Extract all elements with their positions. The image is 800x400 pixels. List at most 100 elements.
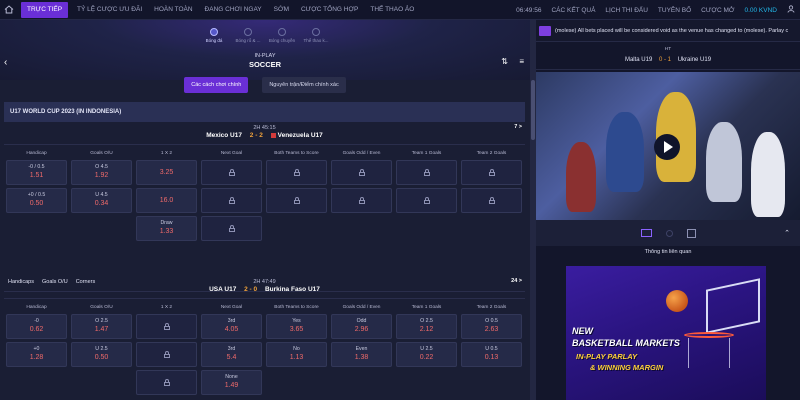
tab-correct-score[interactable]: Nguyên trận/Điểm chính xác bbox=[262, 77, 346, 93]
locked-cell bbox=[201, 216, 262, 241]
sport-esports[interactable]: Thể thao k... bbox=[302, 28, 330, 43]
sport-volleyball[interactable]: Bóng chuyền bbox=[268, 28, 296, 43]
lock-icon bbox=[358, 197, 365, 204]
odds-cell[interactable]: O 2.5 1.47 bbox=[71, 314, 132, 339]
match-teams[interactable]: USA U17 2 - 0 Burkina Faso U17 bbox=[4, 286, 525, 293]
odds-cell[interactable]: 3.25 bbox=[136, 160, 197, 185]
pitch-icon[interactable] bbox=[686, 228, 696, 238]
odds-cell[interactable]: None 1.49 bbox=[201, 370, 262, 395]
nav-full[interactable]: HOÀN TOÀN bbox=[148, 0, 198, 20]
right-nav: 06:49:56 CÁC KẾT QUẢ LỊCH THI ĐẤU TUYÊN … bbox=[511, 0, 800, 20]
odds-value: 2.63 bbox=[484, 326, 499, 333]
tab-main-markets[interactable]: Các cách chơi chính bbox=[184, 77, 249, 93]
menu-icon[interactable]: ≡ bbox=[519, 57, 524, 66]
nav-announcements[interactable]: TUYÊN BỐ bbox=[653, 7, 696, 14]
sport-soccer[interactable]: Bóng đá bbox=[200, 28, 228, 43]
match-period: HT bbox=[664, 47, 672, 52]
nav-results[interactable]: CÁC KẾT QUẢ bbox=[546, 7, 600, 14]
odds-cell[interactable]: +0 / 0.5 0.50 bbox=[6, 188, 67, 213]
nav-early[interactable]: SỚM bbox=[268, 0, 295, 20]
odds-cell[interactable]: U 4.5 0.34 bbox=[71, 188, 132, 213]
odds-line: U 2.5 bbox=[95, 346, 108, 352]
col-btts: Both Teams to Score bbox=[264, 147, 329, 244]
trophy-icon bbox=[312, 28, 320, 36]
nav-parlay[interactable]: CƯỢC TỔNG HỢP bbox=[295, 0, 364, 20]
play-icon[interactable] bbox=[654, 134, 680, 160]
odds-cell[interactable]: O 4.5 1.92 bbox=[71, 160, 132, 185]
away-team: Ukraine U19 bbox=[677, 57, 712, 63]
nav-promo-odds[interactable]: TỶ LỆ CƯỢC ƯU ĐÃI bbox=[71, 0, 148, 20]
odds-cell[interactable]: O 2.5 2.12 bbox=[396, 314, 457, 339]
odds-cell[interactable]: +0 1.28 bbox=[6, 342, 67, 367]
lock-icon bbox=[163, 379, 170, 386]
more-markets-link[interactable]: 24 > bbox=[511, 278, 522, 284]
video-player[interactable] bbox=[536, 72, 800, 220]
stats-icon[interactable] bbox=[665, 229, 673, 237]
away-team: Venezuela U17 bbox=[277, 132, 323, 139]
home-team: USA U17 bbox=[209, 286, 237, 293]
match-teams[interactable]: Mexico U17 2 - 2 Venezuela U17 bbox=[4, 132, 525, 139]
home-team: Malta U19 bbox=[624, 57, 653, 63]
locked-cell bbox=[331, 160, 392, 185]
col-handicap: Handicap -0 0.62 +0 1.28 bbox=[4, 301, 69, 398]
sort-icon[interactable]: ⇅ bbox=[501, 57, 508, 66]
column-header: Goals O/U bbox=[90, 150, 113, 156]
odds-grid: Handicap -0 / 0.5 1.51 +0 / 0.5 0.50 Goals… bbox=[4, 144, 525, 244]
odds-cell[interactable]: U 0.5 0.13 bbox=[461, 342, 522, 367]
col-team2-goals: Team 2 Goals bbox=[459, 147, 524, 244]
odds-line: 3rd bbox=[227, 346, 236, 352]
odds-cell[interactable]: O 0.5 2.63 bbox=[461, 314, 522, 339]
column-header: 1 X 2 bbox=[160, 304, 173, 310]
more-markets-link[interactable]: 7 > bbox=[514, 124, 522, 130]
odds-cell[interactable]: Even 1.38 bbox=[331, 342, 392, 367]
nav-virtual[interactable]: THỂ THAO ẢO bbox=[364, 0, 420, 20]
locked-cell bbox=[396, 188, 457, 213]
odds-line: Draw bbox=[160, 220, 173, 226]
league-header[interactable]: U17 WORLD CUP 2023 (IN INDONESIA) bbox=[4, 102, 525, 122]
odds-cell[interactable]: U 2.5 0.22 bbox=[396, 342, 457, 367]
match-clock: 2H 47:49 bbox=[253, 279, 276, 285]
odds-line: +0 bbox=[33, 346, 40, 352]
user-icon[interactable] bbox=[782, 5, 800, 15]
scrollbar-thumb[interactable] bbox=[531, 80, 535, 140]
odds-cell[interactable]: No 1.13 bbox=[266, 342, 327, 367]
odds-cell[interactable]: U 2.5 0.50 bbox=[71, 342, 132, 367]
odds-cell[interactable]: 3rd 5.4 bbox=[201, 342, 262, 367]
odds-value: 1.49 bbox=[224, 382, 239, 389]
odds-cell[interactable]: -0 / 0.5 1.51 bbox=[6, 160, 67, 185]
odds-line: Odd bbox=[356, 318, 367, 324]
col-btts: Both Teams to Score Yes 3.65 No 1.13 bbox=[264, 301, 329, 398]
sport-basketball[interactable]: Bóng rổ & ... bbox=[234, 28, 262, 43]
odds-line: U 0.5 bbox=[485, 346, 498, 352]
odds-cell[interactable]: Draw 1.33 bbox=[136, 216, 197, 241]
match-score: 0 - 1 bbox=[658, 57, 672, 63]
page-title: IN-PLAY SOCCER bbox=[0, 53, 530, 69]
promo-banner[interactable]: NEW BASKETBALL MARKETS IN-PLAY PARLAY & … bbox=[566, 266, 766, 400]
away-team: Burkina Faso U17 bbox=[264, 286, 320, 293]
odds-cell[interactable]: Yes 3.65 bbox=[266, 314, 327, 339]
odds-value: 0.62 bbox=[29, 326, 44, 333]
odds-cell[interactable]: 3rd 4.05 bbox=[201, 314, 262, 339]
lock-icon bbox=[163, 323, 170, 330]
nav-schedule[interactable]: LỊCH THI ĐẤU bbox=[600, 7, 653, 14]
nav-open-bets[interactable]: CƯỢC MỞ bbox=[696, 7, 739, 14]
home-icon[interactable] bbox=[0, 0, 18, 20]
odds-cell[interactable]: Odd 2.96 bbox=[331, 314, 392, 339]
odds-value: 1.38 bbox=[354, 354, 369, 361]
odds-value: 2.12 bbox=[419, 326, 434, 333]
odds-cell[interactable]: -0 0.62 bbox=[6, 314, 67, 339]
sport-label: Bóng đá bbox=[205, 38, 223, 43]
promo-line: & WINNING MARGIN bbox=[590, 363, 664, 372]
lock-icon bbox=[228, 169, 235, 176]
odds-cell[interactable]: 16.0 bbox=[136, 188, 197, 213]
monitor-icon[interactable] bbox=[640, 229, 652, 237]
column-header: 1 X 2 bbox=[160, 150, 173, 156]
chevron-up-icon[interactable]: ⌃ bbox=[784, 229, 790, 237]
odds-value: 4.05 bbox=[224, 326, 239, 333]
odds-value: 1.13 bbox=[289, 354, 304, 361]
locked-cell bbox=[201, 188, 262, 213]
balance[interactable]: 0.00 KVND bbox=[739, 7, 782, 14]
ticker-text: (molese) All bets placed will be conside… bbox=[555, 27, 789, 34]
nav-playing-now[interactable]: ĐANG CHƠI NGAY bbox=[199, 0, 268, 20]
nav-live[interactable]: TRỰC TIẾP bbox=[21, 1, 69, 18]
